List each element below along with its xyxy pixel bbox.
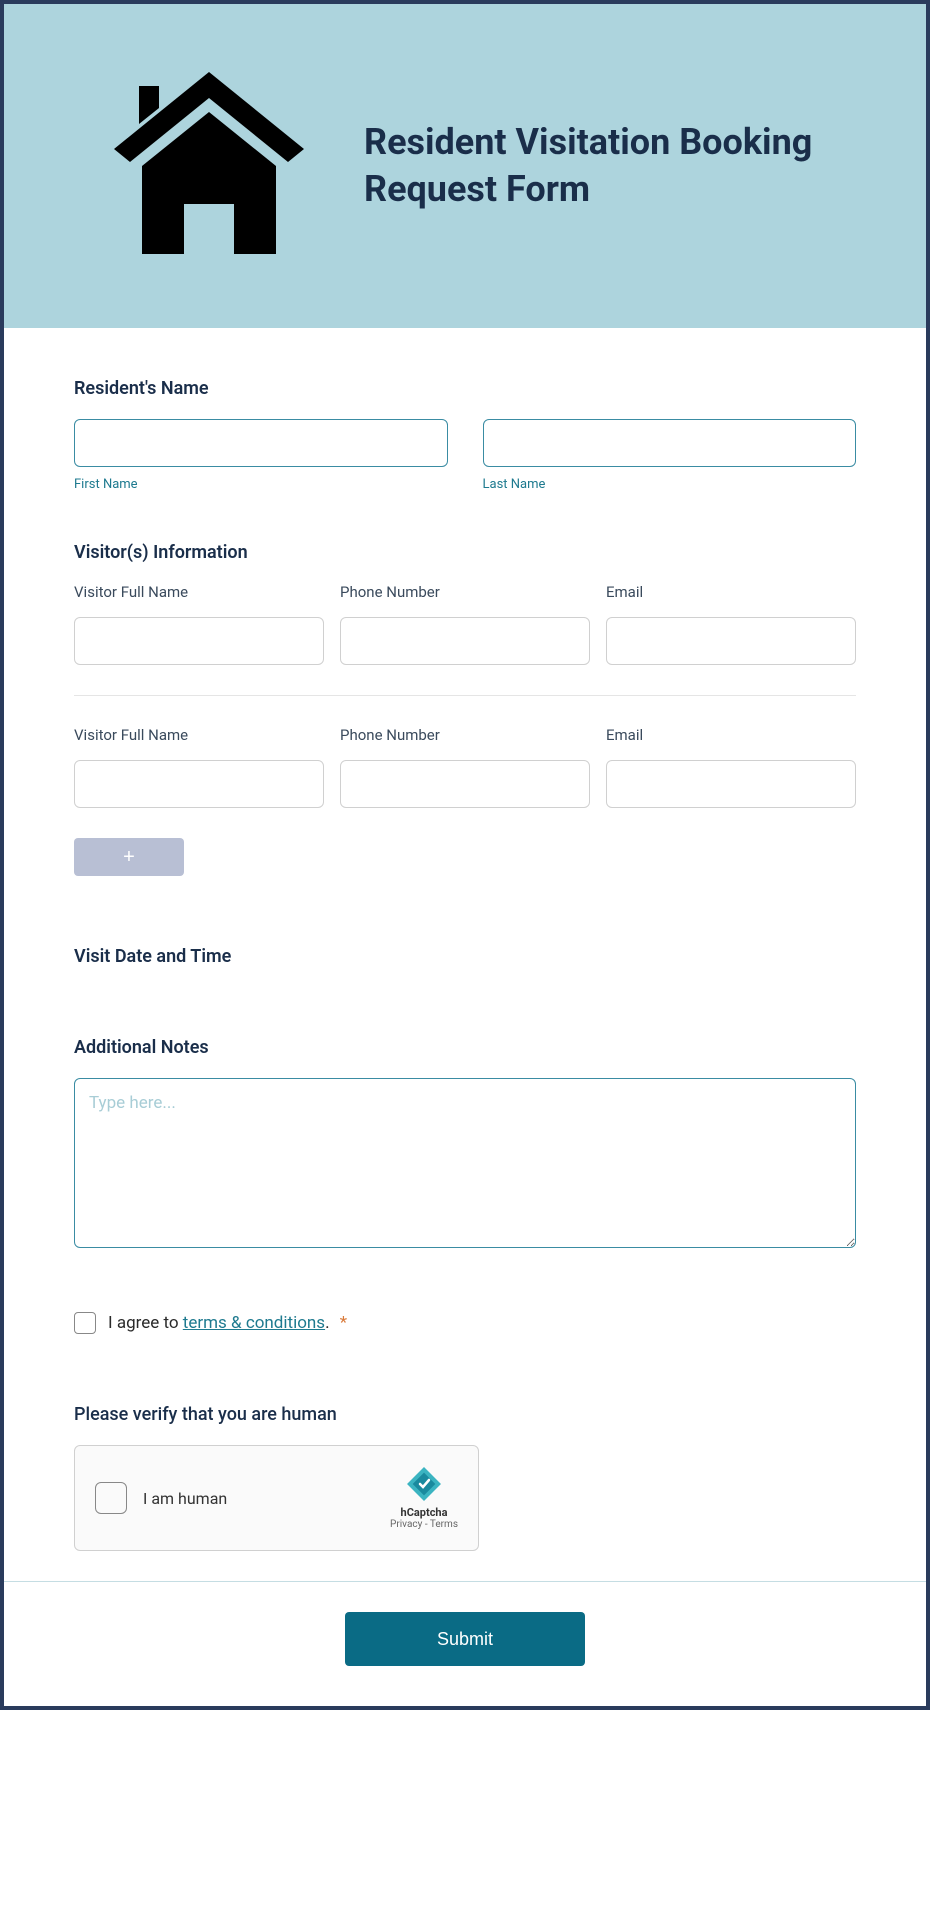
captcha-text: I am human xyxy=(143,1489,227,1508)
resident-name-row: First Name Last Name xyxy=(74,419,856,492)
visitor-name-col: Visitor Full Name xyxy=(74,583,324,665)
first-name-col: First Name xyxy=(74,419,448,492)
last-name-input[interactable] xyxy=(483,419,857,467)
add-visitor-button[interactable]: + xyxy=(74,838,184,876)
form-title: Resident Visitation Booking Request Form xyxy=(364,119,886,213)
form-footer: Submit xyxy=(4,1581,926,1706)
terms-link[interactable]: terms & conditions xyxy=(183,1313,325,1333)
form-header: Resident Visitation Booking Request Form xyxy=(4,4,926,328)
visitor-phone-label: Phone Number xyxy=(340,726,590,744)
last-name-col: Last Name xyxy=(483,419,857,492)
captcha-left: I am human xyxy=(95,1482,227,1514)
required-indicator: * xyxy=(340,1313,347,1333)
visitor-phone-col: Phone Number xyxy=(340,583,590,665)
captcha-brand-name: hCaptcha xyxy=(390,1506,458,1519)
captcha-brand-section: hCaptcha Privacy - Terms xyxy=(390,1466,458,1530)
visitor-phone-input[interactable] xyxy=(340,760,590,808)
visitor-name-label: Visitor Full Name xyxy=(74,726,324,744)
visitor-email-col: Email xyxy=(606,583,856,665)
visitor-name-input[interactable] xyxy=(74,760,324,808)
visitor-email-col: Email xyxy=(606,726,856,808)
visitor-name-label: Visitor Full Name xyxy=(74,583,324,601)
visitor-name-input[interactable] xyxy=(74,617,324,665)
captcha-label: Please verify that you are human xyxy=(74,1404,856,1425)
resident-name-label: Resident's Name xyxy=(74,378,856,399)
hcaptcha-icon xyxy=(406,1466,442,1502)
visitor-email-label: Email xyxy=(606,583,856,601)
terms-text: I agree to terms & conditions. * xyxy=(108,1313,347,1333)
captcha-checkbox[interactable] xyxy=(95,1482,127,1514)
visit-datetime-label: Visit Date and Time xyxy=(74,946,856,967)
last-name-sublabel: Last Name xyxy=(483,477,857,492)
visitor-name-col: Visitor Full Name xyxy=(74,726,324,808)
visitor-email-input[interactable] xyxy=(606,617,856,665)
visitor-phone-label: Phone Number xyxy=(340,583,590,601)
notes-textarea[interactable] xyxy=(74,1078,856,1248)
terms-suffix: . xyxy=(325,1313,329,1333)
terms-row: I agree to terms & conditions. * xyxy=(74,1312,856,1334)
visitor-email-input[interactable] xyxy=(606,760,856,808)
house-icon xyxy=(104,64,314,268)
visitor-phone-col: Phone Number xyxy=(340,726,590,808)
visitors-section-label: Visitor(s) Information xyxy=(74,542,856,563)
form-body: Resident's Name First Name Last Name Vis… xyxy=(4,328,926,1581)
notes-label: Additional Notes xyxy=(74,1037,856,1058)
form-container: Resident Visitation Booking Request Form… xyxy=(0,0,930,1710)
captcha-privacy-links[interactable]: Privacy - Terms xyxy=(390,1519,458,1530)
visitor-row: Visitor Full Name Phone Number Email xyxy=(74,583,856,696)
visitor-row: Visitor Full Name Phone Number Email xyxy=(74,726,856,838)
visitor-email-label: Email xyxy=(606,726,856,744)
submit-button[interactable]: Submit xyxy=(345,1612,585,1666)
captcha-widget: I am human hCaptcha Privacy - Terms xyxy=(74,1445,479,1551)
first-name-sublabel: First Name xyxy=(74,477,448,492)
first-name-input[interactable] xyxy=(74,419,448,467)
terms-prefix: I agree to xyxy=(108,1313,183,1333)
terms-checkbox[interactable] xyxy=(74,1312,96,1334)
visitor-phone-input[interactable] xyxy=(340,617,590,665)
